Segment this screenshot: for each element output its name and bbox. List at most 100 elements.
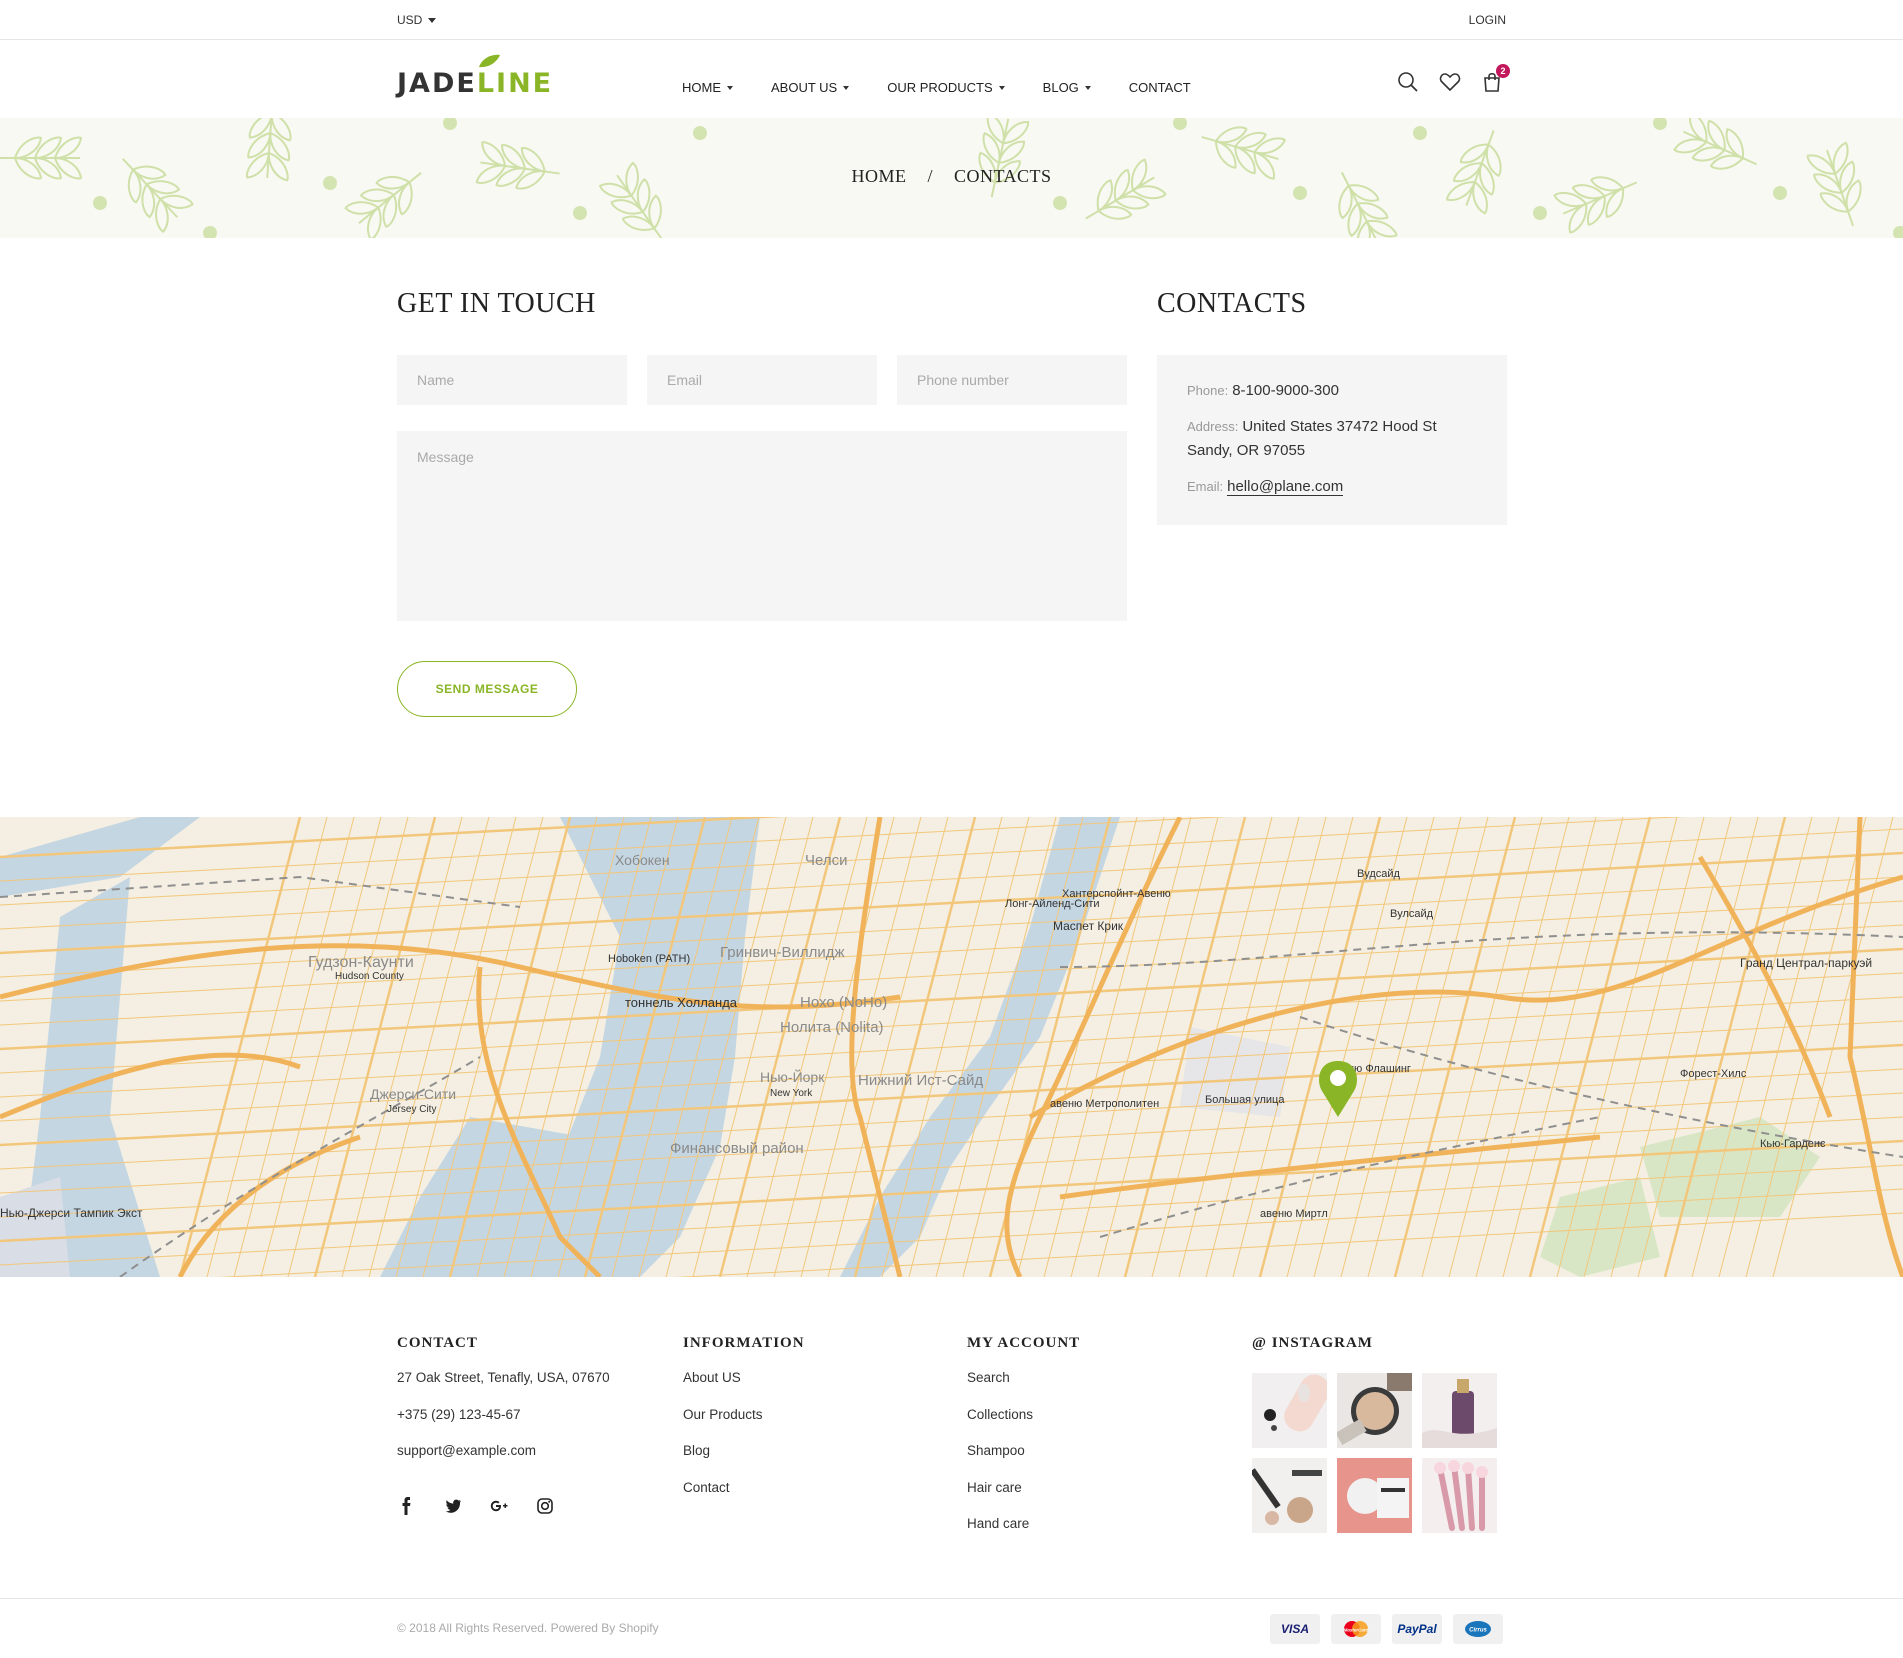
berry-dot: [443, 118, 457, 130]
instagram-photo-brushes[interactable]: [1422, 1458, 1497, 1533]
instagram-photo-nails[interactable]: [1252, 1373, 1327, 1448]
search-icon: [1398, 72, 1418, 92]
footer-link-about-us[interactable]: About US: [683, 1370, 805, 1407]
cart-count-badge: 2: [1496, 64, 1510, 78]
footer-instagram-title: @ INSTAGRAM: [1252, 1335, 1373, 1351]
contacts-title: CONTACTS: [1157, 288, 1307, 319]
send-message-button[interactable]: SEND MESSAGE: [397, 661, 577, 717]
logo[interactable]: JADELINE: [397, 54, 553, 99]
email-link[interactable]: hello@plane.com: [1227, 478, 1344, 496]
instagram-photo-mask[interactable]: [1337, 1458, 1412, 1533]
nav-item-blog[interactable]: BLOG: [1043, 80, 1091, 95]
caret-down-icon: [998, 85, 1005, 90]
caret-down-icon: [727, 85, 733, 90]
footer-link-collections[interactable]: Collections: [967, 1407, 1080, 1444]
currency-label: USD: [397, 13, 423, 27]
berry-dot: [1653, 118, 1667, 130]
svg-text:MasterCard: MasterCard: [1344, 1628, 1369, 1633]
map-label: Вулсайд: [1390, 908, 1434, 920]
map-label: Гудзон-Каунти: [308, 954, 414, 971]
footer-link-shampoo[interactable]: Shampoo: [967, 1443, 1080, 1480]
footer-email[interactable]: support@example.com: [397, 1443, 610, 1480]
location-pin-icon[interactable]: [1319, 1061, 1357, 1117]
map-label: авеню Метрополитен: [1050, 1098, 1159, 1110]
currency-selector[interactable]: USD: [397, 13, 437, 27]
footer-divider: [0, 1598, 1903, 1599]
name-input[interactable]: [397, 355, 627, 405]
contact-phone-row: Phone: 8-100-9000-300: [1187, 379, 1477, 403]
berry-dot: [573, 206, 587, 220]
login-link[interactable]: LOGIN: [1469, 13, 1506, 27]
nav-item-our-products[interactable]: OUR PRODUCTS: [887, 80, 1005, 95]
footer-link-search[interactable]: Search: [967, 1370, 1080, 1407]
map-label: Форест-Хилс: [1680, 1068, 1747, 1080]
breadcrumb-home-link[interactable]: HOME: [851, 166, 906, 186]
nav-item-home[interactable]: HOME: [682, 80, 733, 95]
instagram-photo-powder[interactable]: [1337, 1373, 1412, 1448]
map-label: Челси: [805, 852, 847, 869]
instagram-photo-bottle[interactable]: [1422, 1373, 1497, 1448]
copyright: © 2018 All Rights Reserved. Powered By S…: [397, 1621, 659, 1635]
map-label: Нью-Йорк: [760, 1068, 825, 1085]
map-label: Нью-Джерси Тампик Экст: [0, 1206, 143, 1220]
caret-down-icon: [843, 85, 850, 90]
footer-contact-title: CONTACT: [397, 1335, 478, 1351]
phone-input[interactable]: [897, 355, 1127, 405]
berry-dot: [1413, 126, 1427, 140]
main-nav: HOME ABOUT US OUR PRODUCTS BLOG CONTACT: [682, 80, 1229, 95]
email-input[interactable]: [647, 355, 877, 405]
nav-label: CONTACT: [1128, 80, 1191, 95]
map-label: Нохо (NoHo): [800, 994, 887, 1011]
map-label: Нижний Ист-Сайд: [858, 1072, 983, 1089]
berry-dot: [693, 126, 707, 140]
berry-dot: [1053, 196, 1067, 210]
berry-dot: [93, 196, 107, 210]
caret-down-icon: [428, 18, 437, 24]
instagram-icon[interactable]: [535, 1496, 555, 1516]
map-label: Hoboken (PATH): [608, 953, 690, 965]
footer-link-hand-care[interactable]: Hand care: [967, 1516, 1080, 1553]
nav-item-contact[interactable]: CONTACT: [1129, 80, 1191, 95]
map-label: Большая улица: [1205, 1094, 1285, 1106]
footer-link-blog[interactable]: Blog: [683, 1443, 805, 1480]
cart-button[interactable]: 2: [1480, 64, 1510, 94]
map-label: Гранд Централ-паркуэй: [1740, 956, 1872, 970]
berry-dot: [1533, 206, 1547, 220]
phone-label: Phone:: [1187, 383, 1229, 398]
map-canvas[interactable]: Хобокен Челси Гудзон-КаунтиHudson County Ho…: [0, 817, 1903, 1277]
phone-value: 8-100-9000-300: [1232, 382, 1339, 399]
heart-icon: [1439, 73, 1461, 92]
footer-phone: +375 (29) 123-45-67: [397, 1406, 521, 1422]
caret-down-icon: [1084, 85, 1091, 90]
map-label: Хобокен: [615, 852, 670, 868]
google-plus-icon[interactable]: [489, 1496, 509, 1516]
leaf-sprig: [121, 158, 194, 233]
twitter-icon[interactable]: [443, 1496, 463, 1516]
search-button[interactable]: [1396, 70, 1420, 94]
footer-link-hair-care[interactable]: Hair care: [967, 1480, 1080, 1517]
map-label: Вудсайд: [1357, 868, 1401, 880]
payment-methods: VISA MasterCard PayPal Cirrus: [1270, 1614, 1503, 1644]
breadcrumb-current: CONTACTS: [953, 166, 1052, 186]
paypal-icon: PayPal: [1392, 1614, 1442, 1644]
footer-my-account: MY ACCOUNT Search Collections Shampoo Ha…: [967, 1335, 1080, 1553]
facebook-icon[interactable]: [397, 1496, 417, 1516]
map[interactable]: Хобокен Челси Гудзон-Каунти Hudson County Ho…: [0, 817, 1903, 1277]
map-label: Финансовый район: [670, 1140, 804, 1157]
message-textarea[interactable]: [397, 431, 1127, 621]
contact-address-row: Address: United States 37472 Hood St Sand…: [1187, 415, 1477, 463]
nav-item-about-us[interactable]: ABOUT US: [771, 80, 850, 95]
contact-email-row: Email: hello@plane.com: [1187, 475, 1477, 499]
berry-dot: [1293, 186, 1307, 200]
footer-link-contact[interactable]: Contact: [683, 1480, 805, 1517]
nav-label: OUR PRODUCTS: [887, 80, 993, 95]
footer-link-our-products[interactable]: Our Products: [683, 1407, 805, 1444]
footer-information: INFORMATION About US Our Products Blog C…: [683, 1335, 805, 1516]
wishlist-button[interactable]: [1438, 70, 1462, 94]
form-title: GET IN TOUCH: [397, 288, 596, 319]
email-label: Email:: [1187, 479, 1224, 494]
map-label: New York: [770, 1088, 813, 1099]
map-label: Джерси-Сити: [370, 1086, 456, 1102]
svg-text:Cirrus: Cirrus: [1469, 1628, 1487, 1634]
instagram-photo-makeup-kit[interactable]: [1252, 1458, 1327, 1533]
